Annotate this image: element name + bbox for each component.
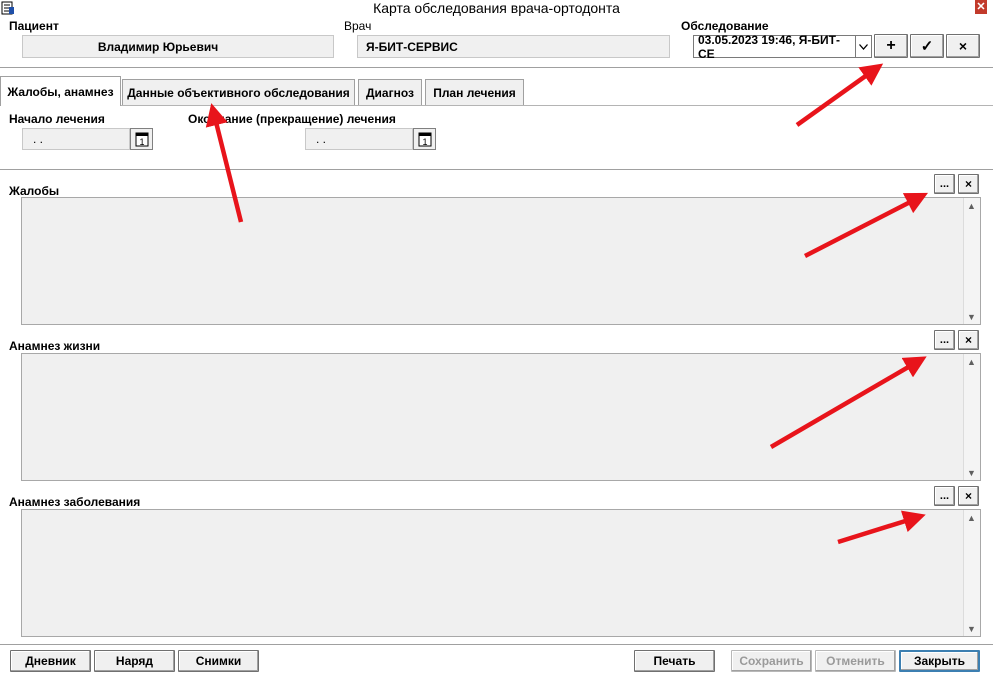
delete-exam-button[interactable]: ×: [946, 34, 980, 58]
scroll-up-icon[interactable]: ▲: [964, 510, 979, 525]
tab-label: Данные объективного обследования: [127, 85, 350, 100]
chevron-down-icon: [859, 43, 868, 50]
add-exam-button[interactable]: +: [874, 34, 908, 58]
images-button[interactable]: Снимки: [178, 650, 259, 672]
tab-label: Диагноз: [366, 85, 414, 100]
window-close-button[interactable]: ✕: [975, 0, 987, 14]
scroll-down-icon[interactable]: ▼: [964, 621, 979, 636]
complaints-clear-button[interactable]: ×: [958, 174, 979, 194]
images-button-label: Снимки: [195, 654, 242, 668]
patient-value: Владимир Юрьевич: [97, 39, 219, 54]
confirm-exam-button[interactable]: ✓: [910, 34, 944, 58]
life-anamnesis-textarea[interactable]: ▲ ▼: [21, 353, 981, 481]
disease-anamnesis-label: Анамнез заболевания: [9, 495, 141, 509]
diary-button[interactable]: Дневник: [10, 650, 91, 672]
life-anamnesis-select-button[interactable]: ...: [934, 330, 955, 350]
save-button-label: Сохранить: [739, 654, 804, 668]
footer-separator: [0, 644, 993, 645]
window-title: Карта обследования врача-ортодонта: [373, 0, 620, 16]
exam-label: Обследование: [681, 19, 769, 33]
complaints-select-button[interactable]: ...: [934, 174, 955, 194]
scroll-up-icon[interactable]: ▲: [964, 198, 979, 213]
tab-complaints-anamnesis[interactable]: Жалобы, анамнез: [0, 76, 121, 106]
print-button[interactable]: Печать: [634, 650, 715, 672]
plus-icon: +: [886, 37, 896, 54]
doctor-label: Врач: [344, 19, 372, 33]
doctor-field: Я-БИТ-СЕРВИС: [357, 35, 670, 58]
scroll-down-icon[interactable]: ▼: [964, 309, 979, 324]
treatment-start-input[interactable]: . .: [22, 128, 130, 150]
calendar-icon: 1: [135, 132, 148, 147]
tab-objective-exam[interactable]: Данные объективного обследования: [122, 79, 355, 105]
ellipsis-icon: ...: [939, 178, 950, 190]
clear-icon: ×: [964, 489, 972, 503]
close-icon: ✕: [976, 1, 986, 13]
disease-anamnesis-select-button[interactable]: ...: [934, 486, 955, 506]
tab-strip-line: [0, 105, 993, 106]
treatment-start-calendar-button[interactable]: 1: [130, 128, 153, 150]
treatment-start-label: Начало лечения: [9, 112, 105, 126]
patient-field: Владимир Юрьевич: [22, 35, 334, 58]
save-button[interactable]: Сохранить: [731, 650, 812, 672]
ellipsis-icon: ...: [939, 490, 950, 502]
treatment-end-input[interactable]: . .: [305, 128, 413, 150]
life-anamnesis-clear-button[interactable]: ×: [958, 330, 979, 350]
scroll-down-icon[interactable]: ▼: [964, 465, 979, 480]
treatment-end-calendar-button[interactable]: 1: [413, 128, 436, 150]
disease-anamnesis-clear-button[interactable]: ×: [958, 486, 979, 506]
life-anamnesis-scrollbar[interactable]: ▲ ▼: [963, 354, 980, 480]
clear-icon: ×: [964, 333, 972, 347]
close-button[interactable]: Закрыть: [899, 650, 980, 672]
annotation-arrow: [795, 63, 884, 127]
disease-anamnesis-textarea[interactable]: ▲ ▼: [21, 509, 981, 637]
cancel-button[interactable]: Отменить: [815, 650, 896, 672]
calendar-icon: 1: [418, 132, 431, 147]
close-button-label: Закрыть: [913, 654, 966, 668]
svg-text:1: 1: [139, 137, 144, 147]
scroll-up-icon[interactable]: ▲: [964, 354, 979, 369]
tab-label: План лечения: [433, 85, 516, 100]
cancel-button-label: Отменить: [826, 654, 885, 668]
checkmark-icon: ✓: [920, 38, 934, 55]
patient-label: Пациент: [9, 19, 59, 33]
disease-anamnesis-scrollbar[interactable]: ▲ ▼: [963, 510, 980, 636]
order-button-label: Наряд: [115, 654, 154, 668]
complaints-scrollbar[interactable]: ▲ ▼: [963, 198, 980, 324]
print-button-label: Печать: [653, 654, 696, 668]
treatment-end-label: Окончание (прекращение) лечения: [188, 112, 396, 126]
tab-diagnosis[interactable]: Диагноз: [358, 79, 422, 105]
title-bar: Карта обследования врача-ортодонта ✕: [0, 0, 993, 16]
exam-select[interactable]: 03.05.2023 19:46, Я-БИТ-СЕ: [693, 32, 856, 61]
treatment-start-value: . .: [33, 132, 44, 146]
tab-treatment-plan[interactable]: План лечения: [425, 79, 524, 105]
order-button[interactable]: Наряд: [94, 650, 175, 672]
life-anamnesis-label: Анамнез жизни: [9, 339, 101, 353]
diary-button-label: Дневник: [25, 654, 76, 668]
ellipsis-icon: ...: [939, 334, 950, 346]
complaints-label: Жалобы: [9, 184, 60, 198]
exam-select-value: 03.05.2023 19:46, Я-БИТ-СЕ: [698, 32, 840, 61]
delete-icon: ×: [958, 38, 968, 54]
doctor-value: Я-БИТ-СЕРВИС: [366, 39, 458, 54]
treatment-end-value: . .: [316, 132, 327, 146]
tab-label: Жалобы, анамнез: [7, 84, 114, 99]
clear-icon: ×: [964, 177, 972, 191]
dates-separator: [0, 169, 993, 170]
complaints-textarea[interactable]: ▲ ▼: [21, 197, 981, 325]
header-separator: [0, 67, 993, 68]
exam-dropdown-button[interactable]: [855, 35, 872, 58]
svg-text:1: 1: [422, 137, 427, 147]
